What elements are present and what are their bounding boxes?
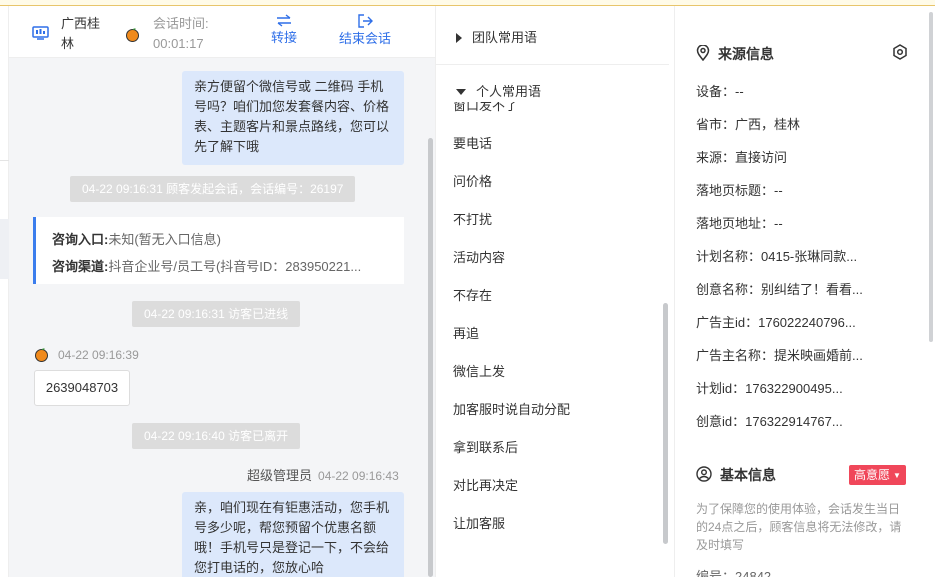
visitor-location: 广西桂林 xyxy=(61,16,101,51)
transfer-button[interactable]: 转接 xyxy=(271,14,297,48)
visitor-message-bubble: 2639048703 xyxy=(34,370,130,406)
end-session-button[interactable]: 结束会话 xyxy=(339,14,391,49)
left-edge-divider xyxy=(0,160,9,168)
consult-info-card: 咨询入口:未知(暂无入口信息) 咨询渠道:抖音企业号/员工号(抖音号ID：283… xyxy=(33,217,404,284)
agent-sender-time: 04-22 09:16:43 xyxy=(318,469,399,483)
team-phrases-group[interactable]: 团队常用语 xyxy=(436,18,669,58)
consult-channel-row: 咨询渠道:抖音企业号/员工号(抖音号ID：283950221... xyxy=(52,253,404,280)
personal-phrases-group[interactable]: 个人常用语 xyxy=(436,72,669,102)
settings-icon[interactable] xyxy=(892,44,908,60)
session-time-value: 00:01:17 xyxy=(153,36,204,51)
quick-phrases-panel: 团队常用语 窗口发不了 个人常用语 要电话 问价格 不打扰 活动内容 不存在 再… xyxy=(435,6,675,577)
consult-entry-value: 未知(暂无入口信息) xyxy=(108,232,222,247)
phrase-item[interactable]: 问价格 xyxy=(453,172,492,192)
basic-info-heading: 基本信息 xyxy=(696,465,776,485)
caret-down-icon: ▼ xyxy=(893,471,901,480)
phrases-divider xyxy=(436,64,669,65)
phrase-item[interactable]: 微信上发 xyxy=(453,362,505,382)
phrase-item[interactable]: 不打扰 xyxy=(453,210,492,230)
consult-entry-row: 咨询入口:未知(暂无入口信息) xyxy=(52,226,404,253)
customer-info-panel: 来源信息 设备：-- 省市：广西，桂林 来源：直接访问 落地页标题：-- 落地页… xyxy=(676,6,935,577)
info-scrollbar[interactable] xyxy=(929,12,933,342)
agent-sender: 超级管理员 04-22 09:16:43 xyxy=(247,465,399,484)
basic-info-title: 基本信息 xyxy=(720,467,776,483)
phrase-item[interactable]: 要电话 xyxy=(453,134,492,154)
phrase-item[interactable]: 对比再决定 xyxy=(453,476,518,496)
intent-tag-label: 高意愿 xyxy=(854,468,891,482)
source-device: 设备：-- xyxy=(696,84,744,99)
session-time: 会话时间: 00:01:17 xyxy=(153,14,209,54)
agent-message-bubble: 亲方便留个微信号或 二维码 手机号吗？咱们加您发套餐内容、价格表、主题客片和景点… xyxy=(182,71,404,165)
transfer-icon xyxy=(277,14,291,27)
personal-phrases-label: 个人常用语 xyxy=(476,84,542,99)
team-phrases-label: 团队常用语 xyxy=(472,30,538,45)
pc-icon xyxy=(32,26,49,40)
source-creative-name: 创意名称：别纠结了！看看... xyxy=(696,282,863,297)
chat-messages-area[interactable]: 亲方便留个微信号或 二维码 手机号吗？咱们加您发套餐内容、价格表、主题客片和景点… xyxy=(9,58,427,577)
source-province: 省市：广西，桂林 xyxy=(696,117,801,132)
logout-icon xyxy=(358,14,373,28)
chat-scrollbar[interactable] xyxy=(427,58,435,577)
left-edge-selected-row[interactable] xyxy=(0,219,9,279)
source-origin: 来源：直接访问 xyxy=(696,150,788,165)
transfer-label: 转接 xyxy=(271,30,298,45)
source-landing-title: 落地页标题：-- xyxy=(696,183,783,198)
source-creative-id: 创意id：176322914767... xyxy=(696,414,843,429)
basic-info-note: 为了保障您的使用体验，会话发生当日的24点之后，顾客信息将无法修改，请及时填写 xyxy=(696,502,902,552)
visitor-message-time: 04-22 09:16:39 xyxy=(58,348,139,362)
location-pin-icon xyxy=(696,44,710,62)
source-plan-id: 计划id：176322900495... xyxy=(696,381,843,396)
source-info-heading: 来源信息 xyxy=(696,44,774,64)
app-root: 广西桂林 会话时间: 00:01:17 转接 结束会话 亲方便留个微信号或 二维… xyxy=(0,0,935,577)
source-info-title: 来源信息 xyxy=(718,46,774,62)
phrase-item[interactable]: 不存在 xyxy=(453,286,492,306)
left-edge-panel xyxy=(0,6,9,577)
phrase-item[interactable]: 活动内容 xyxy=(453,248,505,268)
orange-avatar-icon xyxy=(126,28,139,42)
caret-right-icon xyxy=(456,32,462,43)
phrase-item[interactable]: 让加客服 xyxy=(453,514,505,534)
system-message: 04-22 09:16:40 访客已离开 xyxy=(132,423,301,449)
consult-entry-label: 咨询入口: xyxy=(52,232,109,247)
agent-sender-name: 超级管理员 xyxy=(247,468,313,483)
phrase-item[interactable]: 加客服时说自动分配 xyxy=(453,400,570,420)
chat-scrollbar-thumb[interactable] xyxy=(428,138,433,577)
source-landing-url: 落地页地址：-- xyxy=(696,216,783,231)
phrases-scrollbar[interactable] xyxy=(663,303,668,544)
customer-number-partial: 编号：24842 xyxy=(696,569,772,577)
agent-message-bubble: 亲，咱们现在有钜惠活动，您手机号多少呢，帮您预留个优惠名额哦！手机号只是登记一下… xyxy=(182,492,404,577)
intent-tag-dropdown[interactable]: 高意愿 ▼ xyxy=(849,465,906,485)
session-time-label: 会话时间: xyxy=(153,16,209,31)
caret-down-icon xyxy=(456,88,466,95)
consult-channel-label: 咨询渠道: xyxy=(52,259,109,274)
system-message: 04-22 09:16:31 访客已进线 xyxy=(132,301,301,327)
phrase-item[interactable]: 再追 xyxy=(453,324,479,344)
end-session-label: 结束会话 xyxy=(339,31,392,46)
orange-avatar-icon xyxy=(35,348,48,362)
chat-header: 广西桂林 会话时间: 00:01:17 转接 结束会话 xyxy=(9,6,435,58)
source-plan-name: 计划名称：0415-张琳同款... xyxy=(696,249,858,264)
source-advertiser-id: 广告主id：176022240796... xyxy=(696,315,856,330)
user-circle-icon xyxy=(696,466,712,482)
source-advertiser-name: 广告主名称：提米映画婚前... xyxy=(696,348,863,363)
phrase-item[interactable]: 拿到联系后 xyxy=(453,438,518,458)
consult-channel-value: 抖音企业号/员工号(抖音号ID：283950221... xyxy=(108,259,362,274)
system-message: 04-22 09:16:31 顾客发起会话，会话编号：26197 xyxy=(70,176,356,202)
